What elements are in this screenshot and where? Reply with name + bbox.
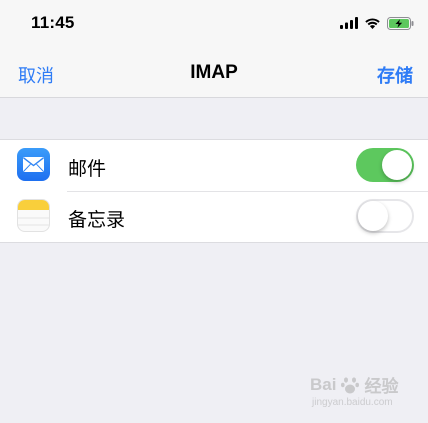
toggle-knob <box>358 201 388 231</box>
app-toggle-list: 邮件 备忘录 <box>0 139 428 243</box>
notes-toggle[interactable] <box>356 199 414 233</box>
watermark-brand: Bai <box>310 374 337 394</box>
page-title: IMAP <box>190 62 238 83</box>
watermark-url: jingyan.baidu.com <box>312 397 393 408</box>
paw-icon <box>341 376 360 393</box>
list-item-mail: 邮件 <box>0 140 428 191</box>
status-bar: 11:45 <box>0 0 428 48</box>
status-icons <box>340 14 414 32</box>
navigation-bar: 取消 IMAP 存储 <box>0 48 428 98</box>
mail-label: 邮件 <box>68 158 107 180</box>
watermark-brand-cn: 经验 <box>364 377 399 397</box>
list-item-notes: 备忘录 <box>0 191 428 242</box>
toggle-knob <box>382 150 412 180</box>
signal-icon <box>340 17 358 29</box>
mail-toggle[interactable] <box>356 148 414 182</box>
save-button[interactable]: 存储 <box>377 62 413 88</box>
cancel-button[interactable]: 取消 <box>18 62 54 88</box>
notes-app-icon <box>17 199 50 232</box>
notes-label: 备忘录 <box>68 209 126 231</box>
wifi-icon <box>365 18 380 29</box>
battery-charging-icon <box>387 16 414 30</box>
mail-app-icon <box>17 148 50 181</box>
watermark: Bai 经验 <box>310 372 399 398</box>
status-time: 11:45 <box>31 13 75 32</box>
